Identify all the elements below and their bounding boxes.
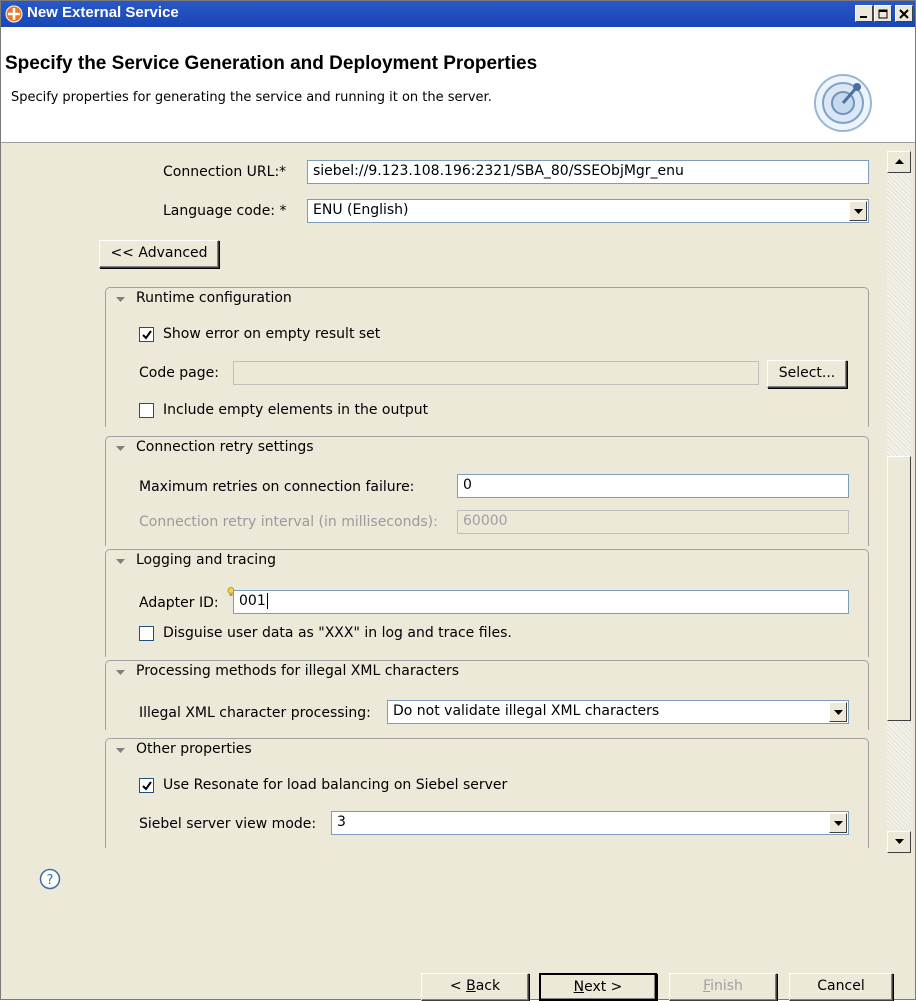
illegal-xml-processing-value: Do not validate illegal XML characters [393,703,660,719]
window-title: New External Service [27,4,179,21]
code-page-field[interactable] [233,361,759,385]
include-empty-elements-checkbox[interactable] [139,403,154,418]
include-empty-elements-label: Include empty elements in the output [163,402,429,418]
wizard-footer: ? < Back Next > Finish Cancel [1,854,915,1001]
back-mnemonic: B [466,978,476,994]
minimize-icon [860,16,867,18]
adapter-id-value: 001 [239,593,266,609]
connection-url-field[interactable]: siebel://9.123.108.196:2321/SBA_80/SSEOb… [307,160,869,184]
language-dropdown-button[interactable] [849,201,867,221]
cancel-button[interactable]: Cancel [789,973,893,1001]
retry-interval-label: Connection retry interval (in millisecon… [139,514,438,530]
app-icon [5,5,23,23]
show-error-checkbox[interactable] [139,327,154,342]
runtime-configuration-title: Runtime configuration [136,290,292,306]
scroll-up-icon [895,159,904,164]
next-mnemonic: N [573,979,585,995]
properties-panel: Connection URL:* siebel://9.123.108.196:… [1,144,915,854]
wizard-header: Specify the Service Generation and Deplo… [1,27,915,143]
maximize-icon [878,9,888,19]
illegal-xml-processing-select[interactable]: Do not validate illegal XML characters [387,700,849,724]
adapter-id-field[interactable]: 001​ [233,590,849,614]
twisty-expanded-icon [116,297,125,302]
twisty-expanded-icon [116,559,125,564]
back-label-prefix: < [449,978,467,994]
page-title: Specify the Service Generation and Deplo… [5,53,538,74]
show-error-label: Show error on empty result set [163,326,381,342]
disguise-user-data-checkbox[interactable] [139,626,154,641]
siebel-view-mode-select[interactable]: 3 [331,811,849,835]
advanced-toggle-button[interactable]: << Advanced [99,240,219,268]
twisty-expanded-icon [116,748,125,753]
logging-tracing-title: Logging and tracing [136,552,276,568]
illegal-xml-title: Processing methods for illegal XML chara… [136,663,460,679]
next-label-suffix: ext > [584,979,623,995]
close-icon [899,9,909,19]
minimize-button[interactable] [855,5,873,22]
siebel-view-mode-value: 3 [337,814,346,830]
use-resonate-checkbox[interactable] [139,778,154,793]
checkmark-icon [142,330,152,340]
use-resonate-label: Use Resonate for load balancing on Siebe… [163,777,508,793]
illegal-xml-processing-label: Illegal XML character processing: [139,705,371,721]
svg-text:?: ? [47,873,54,888]
dropdown-arrow-icon [854,209,863,214]
max-retries-label: Maximum retries on connection failure: [139,479,415,495]
language-code-label: Language code: * [163,203,287,219]
vertical-scrollbar[interactable] [887,151,911,853]
finish-label-suffix: inish [710,978,743,994]
twisty-expanded-icon [116,670,125,675]
maximize-button[interactable] [874,5,892,22]
dropdown-arrow-icon [834,821,843,826]
help-icon[interactable]: ? [39,868,61,890]
page-description: Specify properties for generating the se… [11,90,492,105]
back-button[interactable]: < Back [421,973,529,1001]
connection-retry-title: Connection retry settings [136,439,314,455]
finish-button[interactable]: Finish [669,973,777,1001]
twisty-expanded-icon [116,446,125,451]
dropdown-arrow-icon [834,710,843,715]
code-page-select-button[interactable]: Select... [767,360,847,388]
text-cursor: ​ [266,593,268,609]
code-page-label: Code page: [139,365,219,381]
illegal-xml-dropdown-button[interactable] [829,702,847,722]
disguise-user-data-label: Disguise user data as "XXX" in log and t… [163,625,512,641]
retry-interval-field[interactable]: 60000 [457,510,849,534]
next-button[interactable]: Next > [539,973,657,1001]
close-button[interactable] [895,5,913,22]
scroll-down-button[interactable] [887,831,911,853]
language-code-value: ENU (English) [313,202,409,218]
view-mode-dropdown-button[interactable] [829,813,847,833]
language-code-select[interactable]: ENU (English) [307,199,869,223]
scroll-down-icon [895,839,904,844]
new-external-service-dialog: New External Service Specify the Service… [0,0,916,1001]
max-retries-field[interactable]: 0 [457,474,849,498]
title-bar[interactable]: New External Service [1,1,915,27]
scroll-up-button[interactable] [887,151,911,173]
other-properties-title: Other properties [136,741,252,757]
connection-url-label: Connection URL:* [163,164,287,180]
siebel-view-mode-label: Siebel server view mode: [139,816,317,832]
wizard-banner-icon [814,74,872,132]
back-label-suffix: ack [475,978,501,994]
scrollbar-thumb[interactable] [887,456,911,721]
adapter-id-label: Adapter ID: [139,595,219,611]
checkmark-icon [142,781,152,791]
